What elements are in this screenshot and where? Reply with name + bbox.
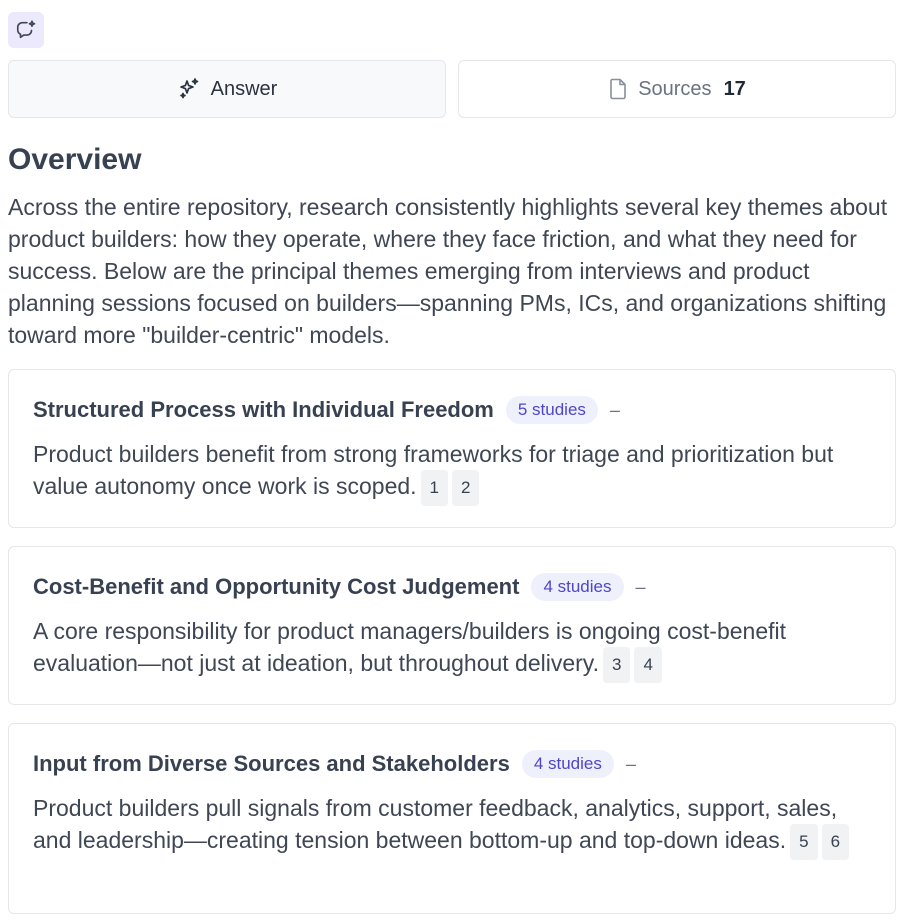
citation[interactable]: 1 — [420, 470, 449, 506]
theme-title: Cost-Benefit and Opportunity Cost Judgem… — [33, 574, 520, 599]
citation[interactable]: 4 — [634, 647, 662, 683]
overview-title: Overview — [8, 143, 142, 176]
studies-badge[interactable]: 4 studies — [531, 573, 624, 601]
theme-title: Structured Process with Individual Freed… — [33, 397, 494, 422]
theme-card[interactable]: Structured Process with Individual Freed… — [8, 369, 896, 528]
theme-body: Product builders benefit from strong fra… — [33, 438, 871, 506]
theme-body: Product builders pull signals from custo… — [33, 792, 871, 860]
sources-count: 17 — [723, 77, 746, 100]
citation[interactable]: 2 — [452, 470, 480, 506]
overview-text: Across the entire repository, research c… — [8, 194, 888, 348]
tab-answer-label: Answer — [210, 77, 278, 100]
theme-dash: – — [635, 576, 646, 597]
theme-dash: – — [609, 399, 620, 420]
document-icon — [608, 78, 628, 100]
tab-answer[interactable]: Answer — [8, 60, 446, 118]
theme-dash: – — [625, 753, 636, 774]
theme-card[interactable]: Cost-Benefit and Opportunity Cost Judgem… — [8, 546, 896, 705]
theme-body-text: Product builders pull signals from custo… — [33, 795, 838, 854]
chat-sparkle-icon[interactable] — [8, 12, 44, 48]
citation[interactable]: 3 — [603, 647, 631, 683]
theme-body: A core responsibility for product manage… — [33, 615, 871, 683]
sparkles-icon — [177, 77, 201, 101]
citation[interactable]: 6 — [821, 824, 850, 860]
tab-sources[interactable]: Sources 17 — [458, 60, 896, 118]
studies-badge[interactable]: 5 studies — [505, 396, 598, 424]
view-tabs: Answer Sources 17 — [8, 60, 896, 118]
theme-title: Input from Diverse Sources and Stakehold… — [33, 751, 510, 776]
theme-card[interactable]: Input from Diverse Sources and Stakehold… — [8, 723, 896, 914]
theme-body-text: A core responsibility for product manage… — [33, 618, 787, 677]
tab-sources-label: Sources — [638, 77, 712, 100]
studies-badge[interactable]: 4 studies — [521, 750, 614, 778]
citation[interactable]: 5 — [790, 824, 818, 860]
